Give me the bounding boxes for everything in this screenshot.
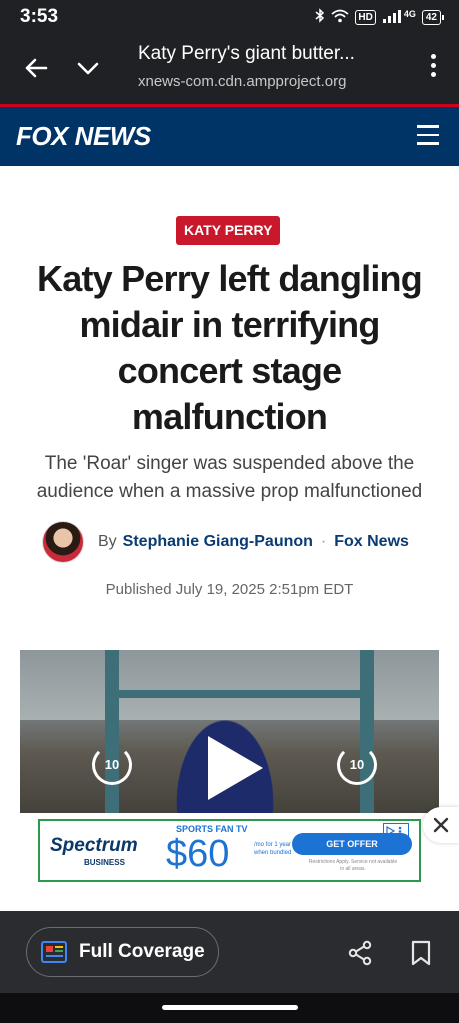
ad-choices-icon[interactable] (383, 823, 409, 837)
status-time: 3:53 (20, 6, 59, 27)
close-icon[interactable] (423, 807, 459, 843)
ad-fine-print: Restrictions Apply. Service not availabl… (308, 859, 398, 872)
article-headline: Katy Perry left dangling midair in terri… (37, 258, 423, 437)
author-byline: By Stephanie Giang-Paunon · Fox News (42, 520, 432, 564)
more-options-icon[interactable] (429, 54, 437, 82)
author-link[interactable]: Stephanie Giang-Paunon (123, 533, 313, 551)
bluetooth-icon (315, 8, 325, 26)
full-coverage-label: Full Coverage (79, 941, 205, 962)
chevron-down-icon[interactable] (74, 54, 102, 82)
ad-brand-sub: BUSINESS (84, 858, 125, 867)
page-title: Katy Perry's giant butter... (138, 43, 355, 64)
forward-10-button[interactable]: 10 (337, 745, 377, 785)
bottom-toolbar: Full Coverage (0, 911, 459, 993)
ad-brand: Spectrum (50, 835, 138, 856)
video-player[interactable]: 10 10 (20, 650, 439, 836)
back-arrow-icon[interactable] (22, 54, 50, 82)
full-coverage-button[interactable]: Full Coverage (26, 927, 219, 977)
byline-separator: · (320, 533, 327, 550)
video-scaffold (105, 650, 119, 836)
site-header: FOX NEWS (0, 104, 459, 166)
network-label: 4G (403, 9, 416, 19)
signal-icon (382, 9, 404, 26)
status-bar: 3:53 HD 4G 42 (0, 0, 459, 34)
hamburger-menu-icon[interactable] (417, 125, 439, 145)
system-navigation-bar (0, 993, 459, 1023)
battery-icon: 42 (421, 9, 445, 25)
ad-price: $60 (166, 833, 230, 875)
ad-banner[interactable]: Spectrum BUSINESS SPORTS FAN TV $60 /mo … (38, 819, 421, 882)
play-icon[interactable] (208, 736, 263, 800)
page-url[interactable]: xnews-com.cdn.ampproject.org (138, 73, 346, 90)
full-coverage-icon (41, 941, 67, 963)
category-badge[interactable]: KATY PERRY (176, 216, 281, 245)
author-avatar (42, 521, 84, 563)
by-label: By (98, 533, 117, 550)
source-link[interactable]: Fox News (334, 533, 409, 551)
wifi-icon (331, 9, 349, 26)
share-icon[interactable] (347, 940, 373, 971)
article-subhead: The 'Roar' singer was suspended above th… (36, 453, 423, 502)
hd-badge: HD (355, 9, 376, 25)
ad-container: Spectrum BUSINESS SPORTS FAN TV $60 /mo … (0, 807, 459, 911)
status-icons: HD 4G 42 (315, 8, 445, 26)
rewind-10-button[interactable]: 10 (92, 745, 132, 785)
published-date: Published July 19, 2025 2:51pm EDT (105, 581, 354, 598)
home-gesture-pill[interactable] (162, 1005, 298, 1010)
video-scaffold (360, 650, 374, 836)
fox-news-logo[interactable]: FOX NEWS (16, 121, 151, 152)
browser-toolbar: Katy Perry's giant butter... xnews-com.c… (0, 34, 459, 104)
bookmark-icon[interactable] (410, 940, 432, 971)
